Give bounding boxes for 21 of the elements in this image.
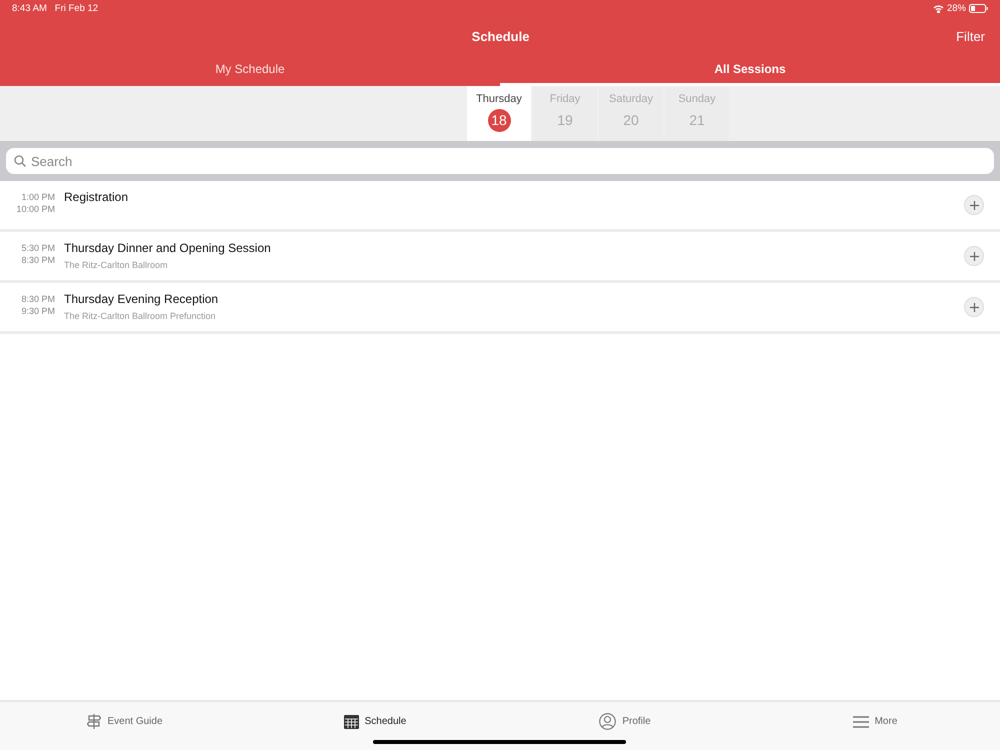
day-tab[interactable]: Thursday 18 <box>467 86 531 141</box>
start-time: 5:30 PM <box>21 242 55 254</box>
tab-bar-item[interactable]: Event Guide <box>0 702 250 750</box>
filter-button[interactable]: Filter <box>956 28 985 44</box>
segment-tab[interactable]: My Schedule <box>0 55 500 86</box>
tab-bar-item[interactable]: Profile <box>500 702 750 750</box>
status-time: 8:43 AM Fri Feb 12 <box>12 3 98 14</box>
session-location: The Ritz-Carlton Ballroom <box>64 260 169 270</box>
session-title: Registration <box>64 190 130 204</box>
screen-title: Schedule <box>470 28 530 44</box>
start-time: 1:00 PM <box>21 191 55 203</box>
session-location: The Ritz-Carlton Ballroom Prefunction <box>64 311 217 321</box>
session-title: Thursday Dinner and Opening Session <box>64 241 272 255</box>
end-time: 8:30 PM <box>21 254 55 266</box>
battery-percent: 28% <box>946 3 966 14</box>
tab-bar-item[interactable]: More <box>750 702 1000 750</box>
search-field[interactable]: Search <box>6 148 994 174</box>
session-title: Thursday Evening Reception <box>64 292 220 306</box>
end-time: 9:30 PM <box>21 305 55 317</box>
end-time: 10:00 PM <box>16 203 55 215</box>
start-time: 8:30 PM <box>21 293 55 305</box>
